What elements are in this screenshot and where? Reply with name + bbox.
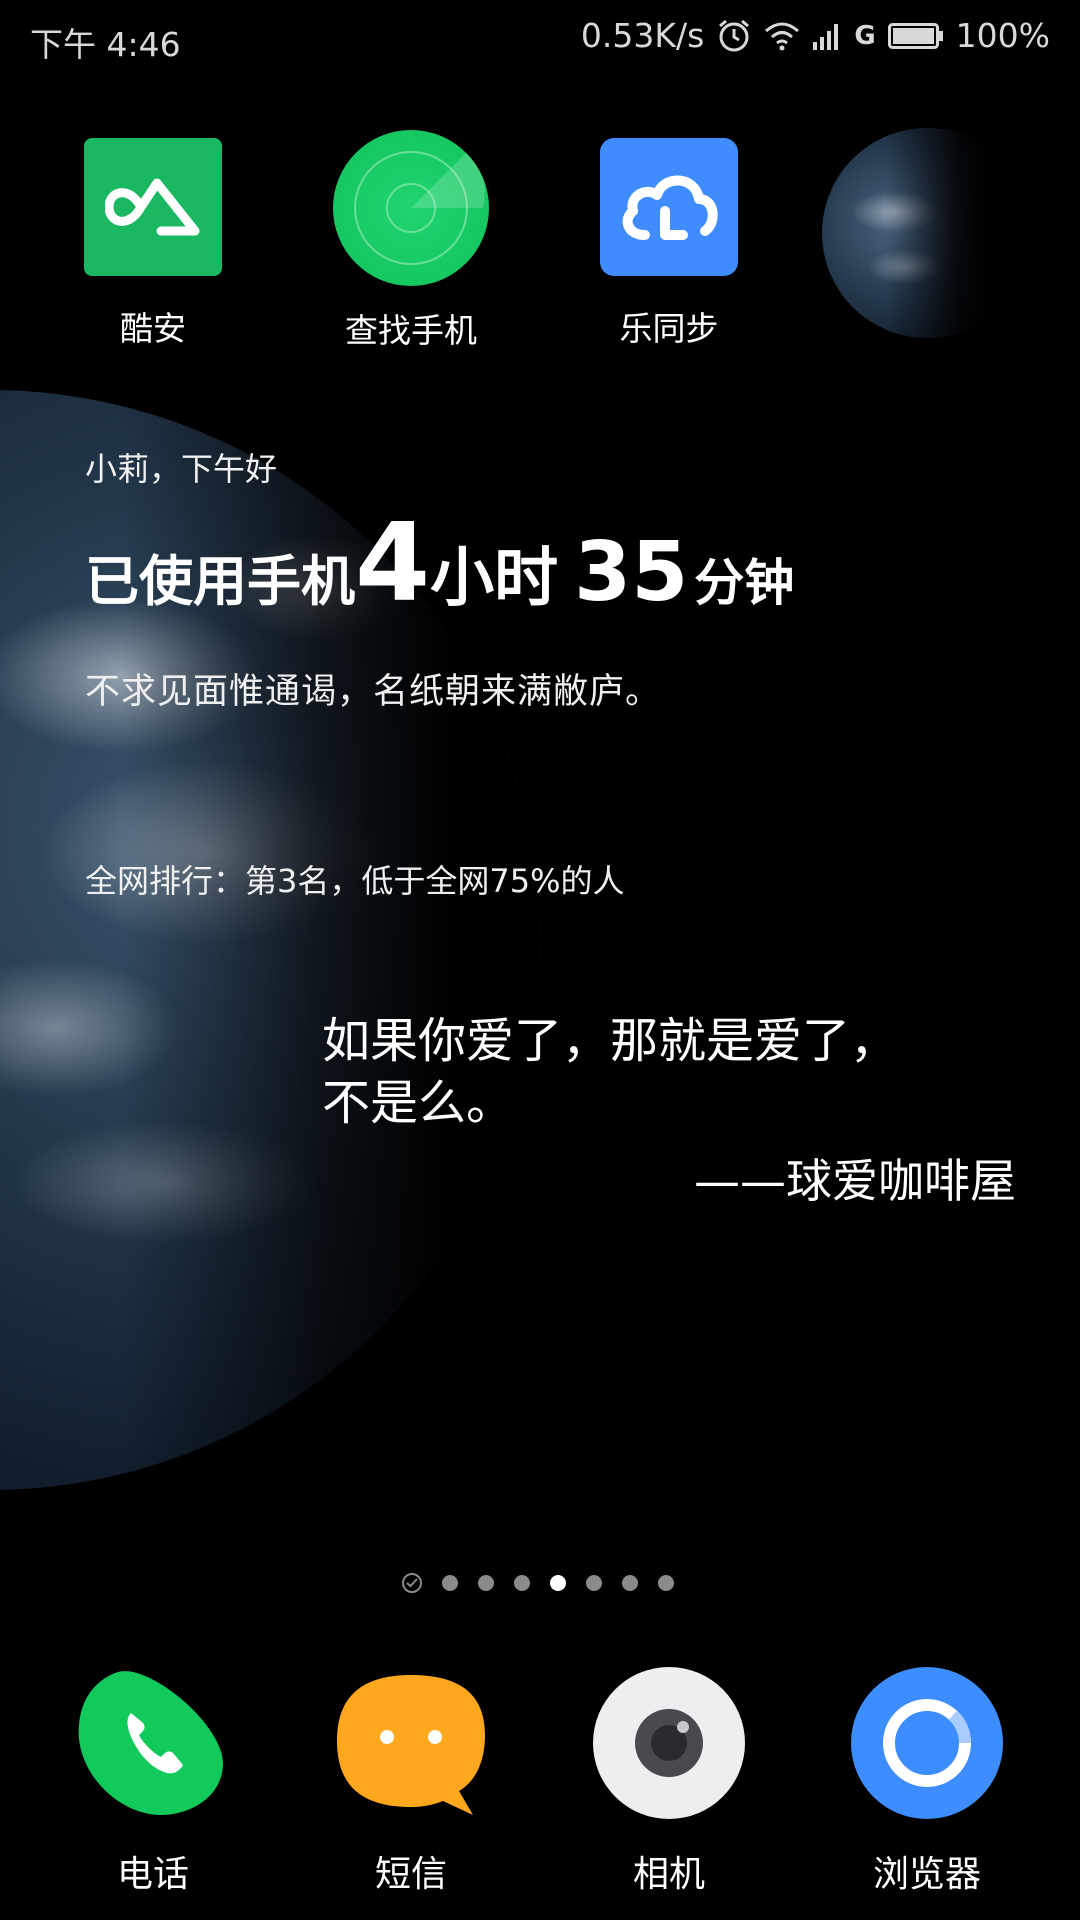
quote-text: 如果你爱了，那就是爱了， 不是么。 <box>322 1010 898 1134</box>
quote-line: 如果你爱了，那就是爱了， <box>322 1013 899 1069</box>
ranking-text: 全网排行：第3名，低于全网75%的人 <box>85 862 625 900</box>
poem-text: 不求见面惟通谒，名纸朝来满敝庐。 <box>85 672 662 712</box>
dock-app-browser[interactable]: 浏览器 <box>827 1665 1027 1897</box>
signal-icon <box>812 22 842 50</box>
status-bar: 下午 4:46 0.53K/s G 100% <box>0 0 1080 76</box>
greeting-text: 小莉，下午好 <box>85 450 278 488</box>
dock-app-camera[interactable]: 相机 <box>569 1665 769 1897</box>
page-dot[interactable] <box>586 1575 602 1591</box>
network-type: G <box>854 20 876 51</box>
usage-minutes-unit: 分钟 <box>694 554 795 612</box>
network-speed: 0.53K/s <box>580 16 705 55</box>
dock-app-phone[interactable]: 电话 <box>53 1665 253 1897</box>
status-time: 下午 4:46 <box>30 25 181 64</box>
app-coolapk[interactable]: 酷安 <box>53 138 253 350</box>
usage-hours-unit: 小时 <box>430 542 559 616</box>
message-icon[interactable] <box>333 1665 489 1821</box>
app-label: 查找手机 <box>345 311 477 350</box>
app-label: 相机 <box>632 1854 705 1895</box>
usage-prefix: 已使用手机 <box>85 550 355 613</box>
usage-minutes: 35 <box>574 525 689 620</box>
wifi-icon <box>764 21 800 51</box>
battery-icon <box>887 22 944 49</box>
quote-source: ——球爱咖啡屋 <box>694 1154 1016 1208</box>
phone-icon[interactable] <box>75 1665 231 1821</box>
quote-line: 不是么。 <box>322 1075 515 1131</box>
page-indicator[interactable] <box>402 1573 674 1593</box>
page-dot[interactable] <box>442 1575 458 1591</box>
app-label: 酷安 <box>120 309 186 348</box>
page-dot[interactable] <box>478 1575 494 1591</box>
earth-widget-image[interactable] <box>822 128 1032 338</box>
app-label: 乐同步 <box>619 309 719 348</box>
app-label: 短信 <box>374 1854 447 1895</box>
browser-icon[interactable] <box>849 1665 1005 1821</box>
battery-percent: 100% <box>955 16 1050 55</box>
dock-app-messages[interactable]: 短信 <box>311 1665 511 1897</box>
usage-time: 已使用手机 4 小时 35 分钟 <box>85 510 794 619</box>
alarm-icon <box>716 18 752 54</box>
app-le-sync[interactable]: 乐同步 <box>569 138 769 350</box>
page-dot[interactable] <box>514 1575 530 1591</box>
check-icon[interactable] <box>402 1573 422 1593</box>
status-icons: 0.53K/s G 100% <box>581 16 1050 55</box>
page-dot[interactable] <box>658 1575 674 1591</box>
page-dot[interactable] <box>622 1575 638 1591</box>
radar-icon[interactable] <box>333 130 489 286</box>
app-label: 浏览器 <box>872 1854 981 1895</box>
camera-icon[interactable] <box>591 1665 747 1821</box>
page-dot-active[interactable] <box>550 1575 566 1591</box>
cloud-sync-icon[interactable] <box>600 138 738 276</box>
usage-hours: 4 <box>355 501 431 626</box>
coolapk-icon[interactable] <box>84 138 222 276</box>
app-find-phone[interactable]: 查找手机 <box>311 130 511 352</box>
app-label: 电话 <box>116 1854 189 1895</box>
